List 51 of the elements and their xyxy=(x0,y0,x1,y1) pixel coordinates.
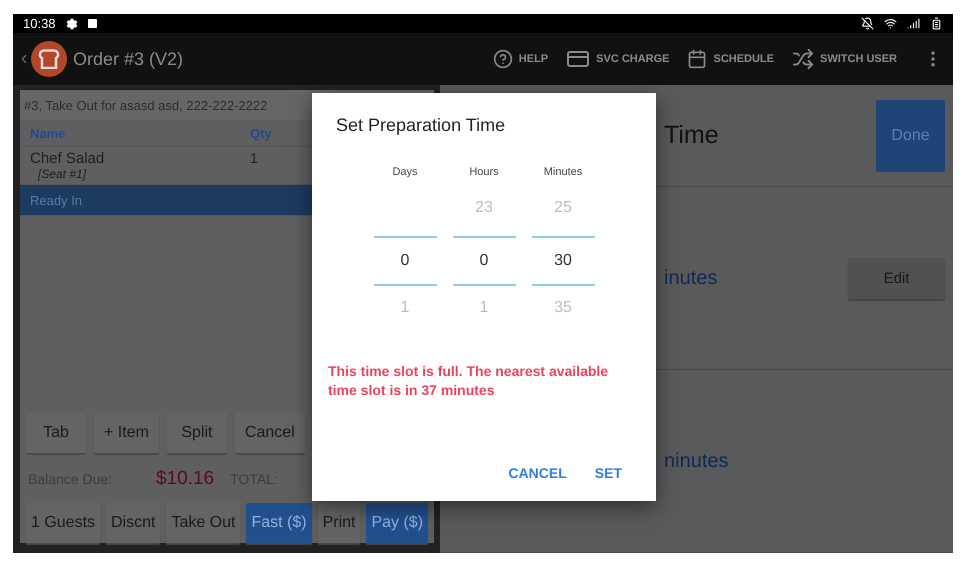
footer-button[interactable]: Fast ($) xyxy=(246,503,312,543)
battery-icon xyxy=(930,17,943,30)
picker-next-value[interactable]: 1 xyxy=(480,299,488,317)
picker-next-value[interactable]: 35 xyxy=(554,299,572,317)
item-name: Chef Salad xyxy=(30,150,106,167)
toolbar-action[interactable]: SVC CHARGE xyxy=(566,47,670,72)
balance-amount: $10.16 xyxy=(156,468,214,490)
footer-button[interactable]: Pay ($) xyxy=(366,503,428,543)
logo-icon[interactable] xyxy=(31,41,67,78)
footer-button[interactable]: 1 Guests xyxy=(26,503,100,543)
column-header: Name xyxy=(29,126,66,140)
item-note: [Seat #1] xyxy=(36,167,86,181)
signal-icon xyxy=(907,17,920,30)
section-heading: Time xyxy=(664,121,719,150)
picker-prev-value[interactable]: 25 xyxy=(554,199,572,217)
gear-icon xyxy=(66,18,78,30)
status-time: 10:38 xyxy=(23,16,56,32)
error-message: This time slot is full. The nearest available time slot is in 37 minutes xyxy=(328,362,610,400)
column-header: Qty xyxy=(250,126,273,140)
picker-value[interactable]: 0 xyxy=(452,236,516,286)
item-qty: 1 xyxy=(250,150,258,167)
footer-button[interactable]: Take Out xyxy=(166,503,240,543)
picker-next-value[interactable]: 1 xyxy=(400,299,410,317)
picker-value[interactable]: 30 xyxy=(532,236,594,286)
picker-label: Days xyxy=(392,166,418,180)
footer-button[interactable]: Print xyxy=(318,503,360,543)
ready-time-text: inutes xyxy=(664,266,718,290)
dialog-button[interactable]: CANCEL xyxy=(498,459,577,487)
picker-value[interactable]: 0 xyxy=(374,236,436,286)
toolbar-action[interactable]: HELP xyxy=(492,49,548,70)
ready-time-text: ninutes xyxy=(664,450,728,472)
done-button[interactable]: Done xyxy=(876,100,945,172)
dialog-button[interactable]: SET xyxy=(584,459,632,487)
toolbar-action[interactable]: SWITCH USER xyxy=(792,48,897,70)
help-icon xyxy=(492,49,513,70)
item-name: Ready In xyxy=(30,192,84,208)
calendar-icon xyxy=(687,49,708,70)
edit-button[interactable]: Edit xyxy=(848,258,945,298)
shuffle-icon xyxy=(792,48,814,70)
action-button[interactable]: Tab xyxy=(26,413,86,453)
action-button[interactable]: Cancel xyxy=(234,413,305,453)
action-button[interactable]: + Item xyxy=(94,413,159,453)
order-title: Order #3 (V2) xyxy=(73,48,184,70)
footer-button[interactable]: Discnt xyxy=(106,503,160,543)
picker-prev-value[interactable]: 23 xyxy=(475,199,493,217)
notification-icon xyxy=(88,19,97,28)
action-button[interactable]: Split xyxy=(166,413,227,453)
picker-label: Hours xyxy=(469,166,499,180)
toolbar-action[interactable]: SCHEDULE xyxy=(687,49,774,70)
picker-label: Minutes xyxy=(544,166,582,180)
bell-off-icon xyxy=(861,17,874,30)
